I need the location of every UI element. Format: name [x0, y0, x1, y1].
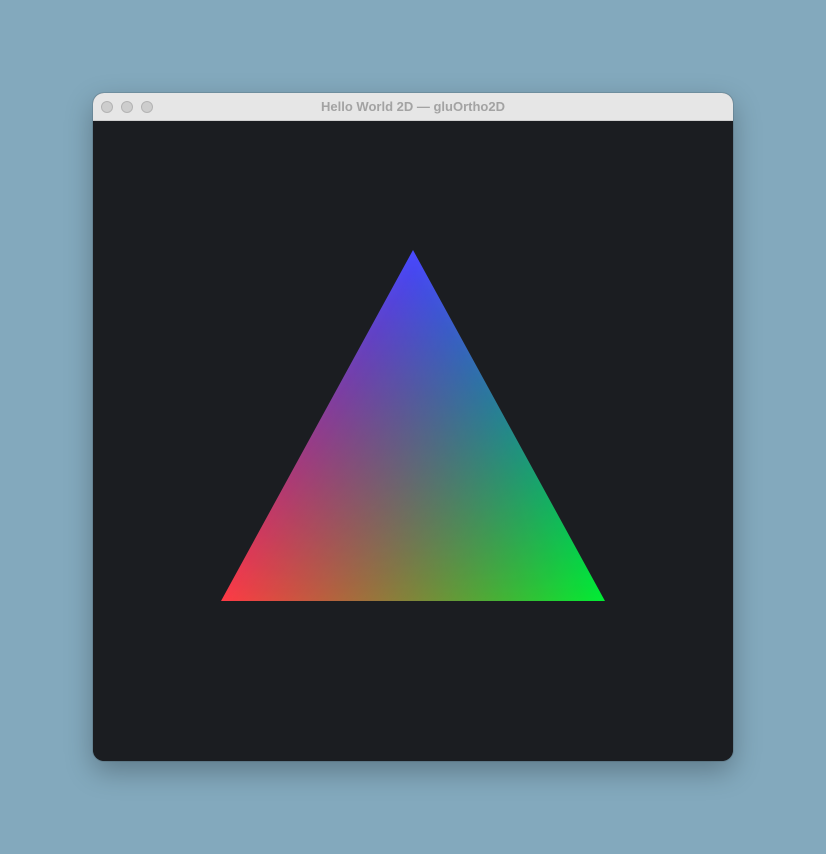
- title-bar[interactable]: Hello World 2D — gluOrtho2D: [93, 93, 733, 121]
- scene-canvas: [221, 250, 605, 601]
- color-triangle: [221, 250, 605, 601]
- gl-viewport[interactable]: [93, 122, 733, 761]
- window-title: Hello World 2D — gluOrtho2D: [321, 99, 505, 114]
- app-window: Hello World 2D — gluOrtho2D: [93, 93, 733, 761]
